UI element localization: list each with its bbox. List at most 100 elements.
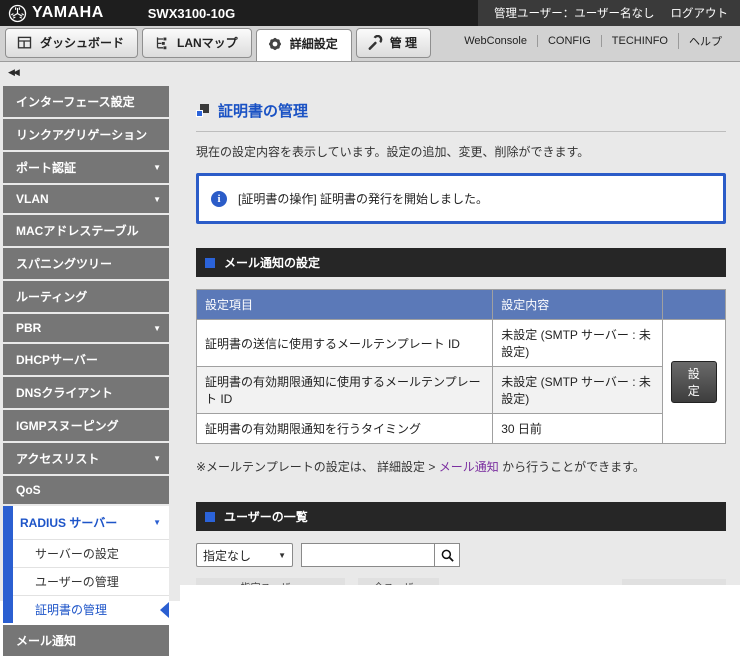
sidebar-item-qos[interactable]: QoS — [3, 476, 169, 504]
sidebar-item-igmp-snooping[interactable]: IGMPスヌーピング — [3, 410, 169, 441]
gear-icon — [268, 37, 281, 50]
setting-item: 証明書の送信に使用するメールテンプレート ID — [195, 319, 494, 367]
sidebar-item-label: アクセスリスト — [16, 452, 100, 466]
tab-label: LANマップ — [177, 36, 238, 50]
sidebar-group-radius-server: RADIUS サーバー ▼ サーバーの設定 ユーザーの管理 証明書の管理 — [3, 506, 169, 623]
table-row: 証明書の有効期限通知を行うタイミング 30 日前 — [195, 413, 726, 444]
sidebar-item-interface[interactable]: インターフェース設定 — [3, 86, 169, 117]
tab-label: ダッシュボード — [40, 36, 125, 50]
sidebar-item-link-aggregation[interactable]: リンクアグリゲーション — [3, 119, 169, 150]
sidebar-item-label: RADIUS サーバー — [20, 516, 118, 530]
tab-management[interactable]: 管 理 — [355, 28, 432, 58]
sidebar-item-mac-table[interactable]: MACアドレステーブル — [3, 215, 169, 246]
sidebar-item-radius-server[interactable]: RADIUS サーバー ▼ — [13, 506, 169, 539]
sidebar-item-label: メール通知 — [16, 634, 77, 648]
filter-select[interactable]: 指定なし ▼ — [196, 543, 293, 567]
note-text: ※メールテンプレートの設定は、 詳細設定 > — [196, 460, 439, 474]
section-header-mail-settings: メール通知の設定 — [196, 248, 726, 277]
mail-notification-link[interactable]: メール通知 — [439, 460, 499, 474]
sidebar: インターフェース設定 リンクアグリゲーション ポート認証 ▼ VLAN ▼ MACア… — [3, 86, 169, 658]
sidebar-subitem-certificate-management[interactable]: 証明書の管理 — [13, 595, 169, 623]
sidebar-item-spanning-tree[interactable]: スパニングツリー — [3, 248, 169, 279]
link-techinfo[interactable]: TECHINFO — [600, 35, 678, 47]
sidebar-item-label: ポート認証 — [16, 161, 77, 175]
sidebar-item-label: ルーティング — [16, 290, 88, 304]
tab-label: 詳細設定 — [289, 37, 338, 51]
filter-row: 指定なし ▼ — [196, 543, 726, 567]
page-description: 現在の設定内容を表示しています。設定の追加、変更、削除ができます。 — [196, 145, 590, 159]
dashboard-icon — [17, 36, 32, 48]
sidebar-subitem-label: サーバーの設定 — [35, 547, 119, 561]
configure-button[interactable]: 設定 — [670, 360, 717, 403]
sidebar-item-label: スパニングツリー — [16, 257, 113, 271]
sidebar-item-label: QoS — [16, 483, 41, 497]
sidebar-item-mail-notification[interactable]: メール通知 — [3, 625, 169, 656]
admin-user-label: 管理ユーザー：ユーザー名なし — [493, 8, 655, 20]
brand-name: YAMAHA — [32, 4, 104, 21]
toolbar: 指定ユーザー 発行 失効 — [196, 578, 726, 585]
tab-advanced-settings[interactable]: 詳細設定 — [255, 29, 352, 61]
col-header-empty — [661, 289, 727, 320]
toolbar-group-selected-users: 指定ユーザー 発行 失効 — [196, 578, 345, 585]
search-icon — [441, 549, 454, 562]
search-button[interactable] — [435, 543, 460, 567]
sidebar-item-label: DHCPサーバー — [16, 353, 98, 367]
section-title: メール通知の設定 — [224, 256, 321, 270]
sidebar-item-dns-client[interactable]: DNSクライアント — [3, 377, 169, 408]
search-input[interactable] — [301, 543, 435, 567]
tab-lanmap[interactable]: LANマップ — [142, 28, 252, 58]
note-text: から行うことができます。 — [498, 460, 645, 474]
section-title: ユーザーの一覧 — [224, 510, 308, 524]
sidebar-subitem-label: ユーザーの管理 — [35, 575, 119, 589]
sidebar-subitem-server-settings[interactable]: サーバーの設定 — [13, 539, 169, 567]
page-body: ◀◀ インターフェース設定 リンクアグリゲーション ポート認証 ▼ VLAN ▼ M… — [0, 62, 740, 656]
link-webconsole[interactable]: WebConsole — [454, 35, 537, 47]
info-icon: i — [211, 190, 227, 207]
chevron-down-icon: ▼ — [153, 163, 161, 172]
sidebar-collapse-icon[interactable]: ◀◀ — [8, 67, 20, 78]
sidebar-item-pbr[interactable]: PBR ▼ — [3, 314, 169, 342]
link-config[interactable]: CONFIG — [536, 35, 601, 47]
tab-bar: ダッシュボード LANマップ 詳細設定 管 理 WebConsole CONFI… — [0, 26, 740, 62]
section-square-icon — [205, 257, 215, 268]
logout-link[interactable]: ログアウト — [671, 5, 729, 21]
top-bar: YAMAHA SWX3100-10G 管理ユーザー：ユーザー名なし ログアウト — [0, 0, 740, 26]
sidebar-item-label: VLAN — [16, 192, 49, 206]
info-banner-text: [証明書の操作] 証明書の発行を開始しました。 — [238, 192, 489, 206]
yamaha-logo: YAMAHA — [0, 4, 104, 23]
setting-value: 30 日前 — [492, 413, 663, 444]
section-header-user-list: ユーザーの一覧 — [196, 502, 726, 531]
yamaha-tuning-forks-icon — [8, 4, 27, 22]
sidebar-item-vlan[interactable]: VLAN ▼ — [3, 185, 169, 213]
setting-item: 証明書の有効期限通知を行うタイミング — [195, 413, 494, 444]
table-header-row: 設定項目 設定内容 — [195, 289, 727, 320]
sidebar-item-label: IGMPスヌーピング — [16, 419, 119, 433]
wrench-icon — [368, 34, 383, 50]
sidebar-item-routing[interactable]: ルーティング — [3, 281, 169, 312]
setting-item: 証明書の有効期限通知に使用するメールテンプレート ID — [195, 366, 494, 414]
device-model: SWX3100-10G — [147, 5, 236, 21]
sidebar-subitem-user-management[interactable]: ユーザーの管理 — [13, 567, 169, 595]
info-banner: i [証明書の操作] 証明書の発行を開始しました。 — [196, 173, 726, 224]
chevron-down-icon: ▼ — [278, 550, 286, 560]
sidebar-item-dhcp-server[interactable]: DHCPサーバー — [3, 344, 169, 375]
user-panel: 管理ユーザー：ユーザー名なし ログアウト — [477, 0, 740, 26]
tab-dashboard[interactable]: ダッシュボード — [5, 28, 139, 58]
setting-value: 未設定 (SMTP サーバー : 未設定) — [492, 366, 663, 414]
sidebar-item-port-auth[interactable]: ポート認証 ▼ — [3, 152, 169, 183]
section-square-icon — [205, 511, 215, 522]
tab-label: 管 理 — [389, 36, 418, 50]
tab-links: WebConsole CONFIG TECHINFO ヘルプ — [454, 33, 740, 61]
main-content: 証明書の管理 現在の設定内容を表示しています。設定の追加、変更、削除ができます。… — [180, 62, 740, 585]
toolbar-group-all-users: 全ユーザー ダウンロード 送信 — [358, 578, 439, 585]
bottom-spacer — [180, 585, 740, 601]
title-divider — [196, 131, 726, 132]
sidebar-item-label: PBR — [16, 321, 42, 335]
mail-settings-table: 設定項目 設定内容 証明書の送信に使用するメールテンプレート ID 未設定 (S… — [195, 289, 727, 444]
page-title: 証明書の管理 — [218, 103, 309, 120]
link-help[interactable]: ヘルプ — [678, 33, 732, 49]
sidebar-item-access-list[interactable]: アクセスリスト ▼ — [3, 443, 169, 474]
setting-value: 未設定 (SMTP サーバー : 未設定) — [492, 319, 663, 367]
chevron-down-icon: ▼ — [153, 518, 161, 527]
sidebar-item-label: DNSクライアント — [16, 386, 113, 400]
